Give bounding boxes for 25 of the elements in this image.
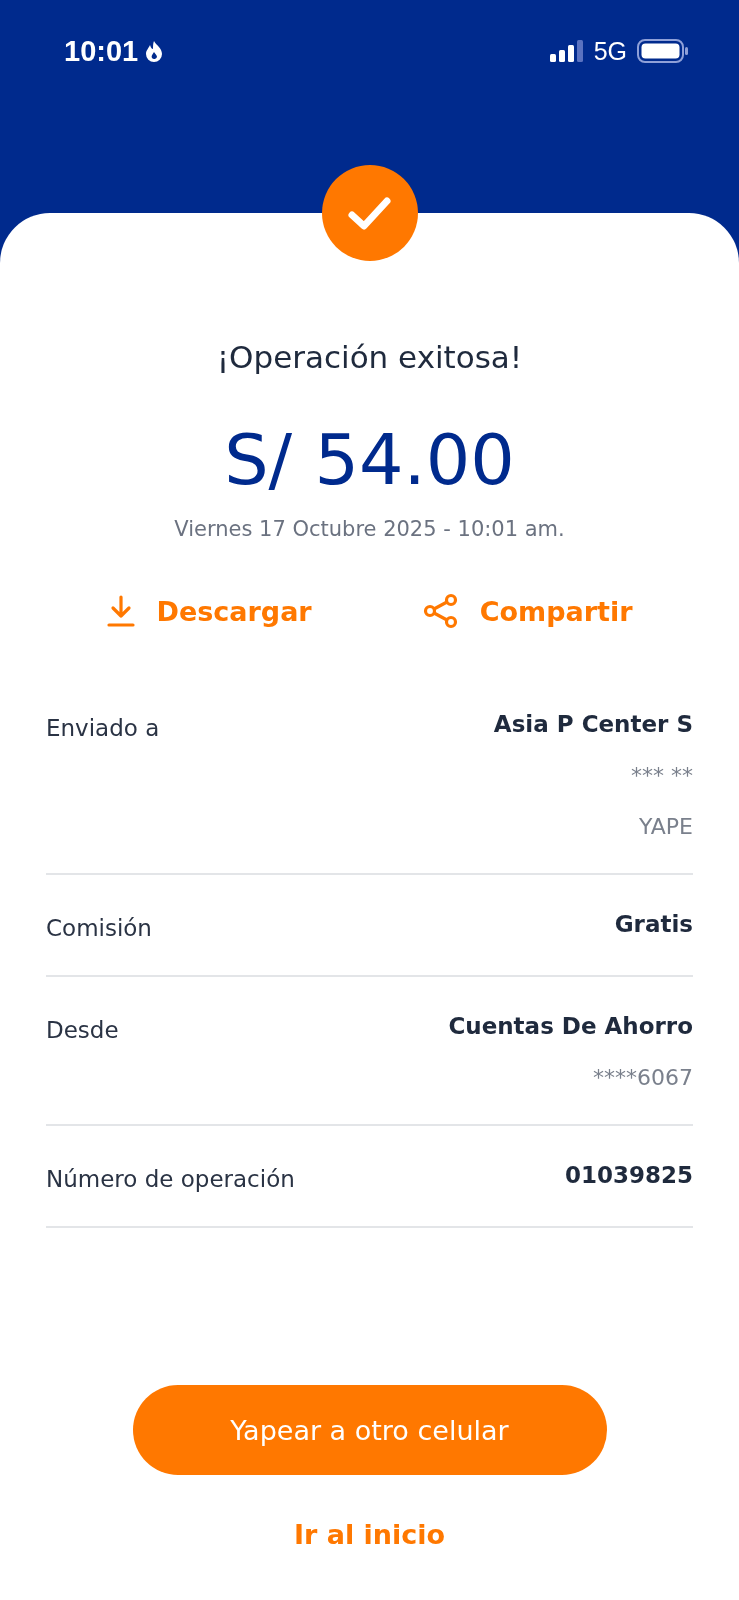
detail-subvalue: YAPE [639, 814, 693, 839]
detail-label: Comisión [46, 914, 152, 941]
detail-label: Desde [46, 1016, 119, 1045]
flame-icon [144, 40, 165, 62]
detail-value: Asia P Center S [493, 711, 693, 737]
download-button[interactable]: Descargar [106, 593, 312, 629]
primary-button[interactable]: Yapear a otro celular [132, 1385, 607, 1475]
battery-icon [637, 39, 689, 63]
detail-label: Enviado a [46, 714, 160, 743]
download-icon [106, 594, 137, 628]
success-title: ¡Operación exitosa! [216, 339, 523, 375]
status-time: 10:01 [64, 34, 139, 68]
detail-subvalue: ****6067 [593, 1065, 693, 1090]
home-link[interactable]: Ir al inicio [293, 1519, 446, 1550]
detail-subvalue: *** ** [631, 763, 693, 788]
detail-value: Gratis [614, 911, 693, 937]
share-button[interactable]: Compartir [421, 593, 633, 629]
date-text: Viernes 17 Octubre 2025 - 10:01 am. [174, 517, 565, 541]
detail-label: Número de operación [46, 1165, 295, 1192]
detail-value: 01039825 [564, 1162, 693, 1188]
share-icon [421, 593, 460, 629]
detail-value: Cuentas De Ahorro [448, 1013, 693, 1039]
amount: S/ 54.00 [224, 425, 515, 495]
signal-icon [549, 40, 584, 62]
network-label: 5G [593, 36, 627, 66]
